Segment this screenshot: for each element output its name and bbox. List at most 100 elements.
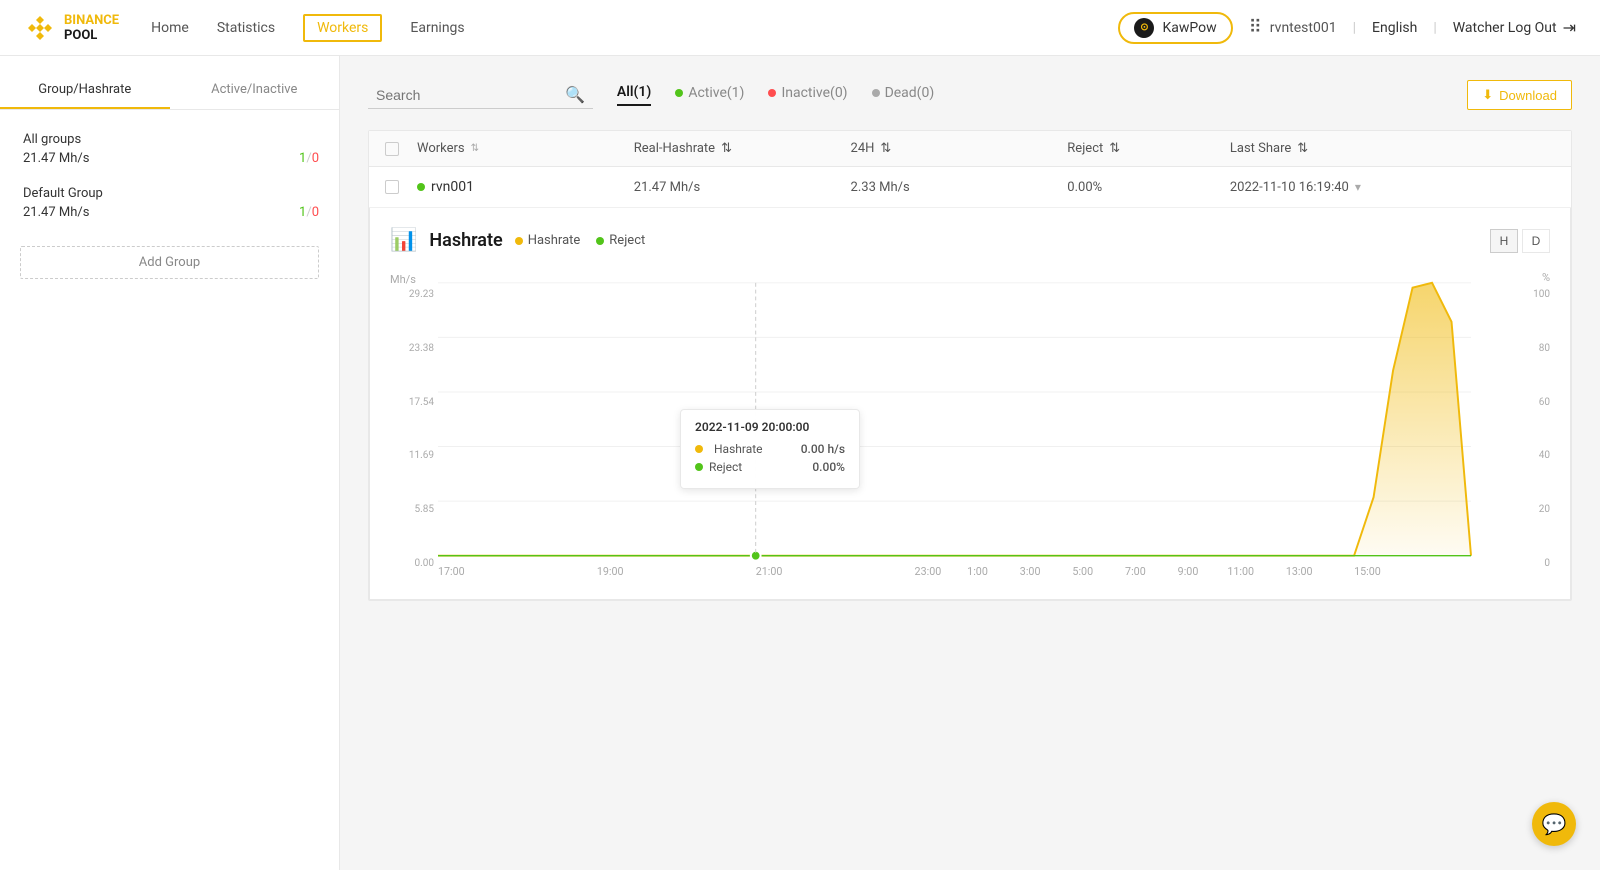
y-label-mhs: Mh/s — [390, 273, 416, 286]
sidebar-group-all[interactable]: All groups 21.47 Mh/s 1/0 — [0, 122, 339, 176]
sidebar-tab-group-hashrate[interactable]: Group/Hashrate — [0, 72, 170, 109]
language-selector[interactable]: English — [1372, 20, 1417, 36]
filter-bar: 🔍 All(1) Active(1) Inactive(0) Dead(0) ⬇… — [368, 80, 1572, 110]
dead-dot — [872, 89, 880, 97]
chart-container: Mh/s 29.23 23.38 17.54 11.69 5.85 0.00 % — [390, 269, 1550, 589]
table-row: rvn001 21.47 Mh/s 2.33 Mh/s 0.00% 2022-1… — [369, 167, 1571, 208]
row-checkbox[interactable] — [385, 180, 399, 194]
filter-tabs: All(1) Active(1) Inactive(0) Dead(0) — [617, 84, 934, 106]
sidebar: Group/Hashrate Active/Inactive All group… — [0, 56, 340, 870]
group-default-stats: 21.47 Mh/s 1/0 — [23, 205, 319, 220]
sidebar-tab-active-inactive[interactable]: Active/Inactive — [170, 72, 340, 109]
group-default-hashrate: 21.47 Mh/s — [23, 205, 89, 220]
lastshare-sort-icon[interactable]: ⇅ — [1297, 141, 1308, 156]
kawpow-icon: ⊙ — [1134, 18, 1154, 38]
group-all-stats: 21.47 Mh/s 1/0 — [23, 151, 319, 166]
reject-sort-icon[interactable]: ⇅ — [1109, 141, 1120, 156]
download-label: Download — [1499, 88, 1557, 103]
filter-tab-inactive[interactable]: Inactive(0) — [768, 85, 847, 105]
group-all-name: All groups — [23, 132, 319, 147]
y-labels-right: 100 80 60 40 20 0 — [1514, 289, 1550, 569]
y-label-4: 5.85 — [390, 504, 434, 515]
filter-tab-dead[interactable]: Dead(0) — [872, 85, 935, 105]
col-header-lastshare: Last Share ⇅ — [1230, 141, 1555, 156]
inactive-dot — [768, 89, 776, 97]
y-label-1: 23.38 — [390, 343, 434, 354]
workers-sort-icon[interactable]: ⇅ — [471, 143, 479, 154]
sidebar-group-default[interactable]: Default Group 21.47 Mh/s 1/0 — [0, 176, 339, 230]
header-divider2: | — [1433, 20, 1436, 36]
worker-hashrate-cell: 21.47 Mh/s — [634, 180, 851, 195]
y-axis-right-label: % — [1542, 269, 1550, 289]
svg-text:13:00: 13:00 — [1286, 565, 1313, 578]
logout-label: Watcher Log Out — [1453, 20, 1557, 36]
legend-reject: Reject — [596, 233, 645, 248]
nav-workers[interactable]: Workers — [303, 14, 382, 42]
24h-sort-icon[interactable]: ⇅ — [880, 141, 891, 156]
nav-home[interactable]: Home — [151, 16, 189, 40]
svg-text:21:00: 21:00 — [756, 565, 783, 578]
page-layout: Group/Hashrate Active/Inactive All group… — [0, 56, 1600, 870]
logo: BINANCE POOL — [24, 12, 119, 44]
kawpow-selector[interactable]: ⊙ KawPow — [1118, 12, 1232, 44]
svg-text:5:00: 5:00 — [1072, 565, 1093, 578]
group-all-hashrate: 21.47 Mh/s — [23, 151, 89, 166]
kawpow-label: KawPow — [1162, 20, 1216, 36]
svg-text:7:00: 7:00 — [1125, 565, 1146, 578]
group-default-name: Default Group — [23, 186, 319, 201]
header: BINANCE POOL Home Statistics Workers Ear… — [0, 0, 1600, 56]
logo-text: BINANCE POOL — [64, 13, 119, 43]
y-label-5: 0.00 — [390, 558, 434, 569]
y-labels-left: 29.23 23.38 17.54 11.69 5.85 0.00 — [390, 289, 434, 569]
chart-title: Hashrate — [429, 230, 502, 251]
table-header: Workers ⇅ Real-Hashrate ⇅ 24H ⇅ Reject ⇅… — [369, 131, 1571, 167]
worker-reject-cell: 0.00% — [1067, 180, 1230, 195]
worker-name[interactable]: rvn001 — [431, 179, 474, 195]
select-all-checkbox[interactable] — [385, 142, 399, 156]
hashrate-sort-icon[interactable]: ⇅ — [721, 141, 732, 156]
header-divider: | — [1353, 20, 1356, 36]
chart-section: 📊 Hashrate Hashrate Reject H — [369, 208, 1571, 600]
username: rvntest001 — [1270, 20, 1337, 36]
svg-text:19:00: 19:00 — [597, 565, 624, 578]
chart-legend: Hashrate Reject — [515, 233, 646, 248]
header-right: ⊙ KawPow ⠿ rvntest001 | English | Watche… — [1118, 12, 1576, 44]
worker-status-dot — [417, 183, 425, 191]
lastshare-expand-icon[interactable]: ▾ — [1355, 180, 1361, 194]
y-label-3: 11.69 — [390, 450, 434, 461]
period-h-button[interactable]: H — [1490, 229, 1518, 253]
chat-button[interactable]: 💬 — [1532, 802, 1576, 846]
workers-table: Workers ⇅ Real-Hashrate ⇅ 24H ⇅ Reject ⇅… — [368, 130, 1572, 601]
search-input[interactable] — [376, 87, 557, 103]
period-d-button[interactable]: D — [1522, 229, 1550, 253]
search-icon: 🔍 — [565, 85, 585, 104]
chart-period-buttons: H D — [1490, 229, 1550, 253]
nav-earnings[interactable]: Earnings — [410, 16, 464, 40]
filter-tab-active[interactable]: Active(1) — [675, 85, 744, 105]
worker-lastshare-cell: 2022-11-10 16:19:40 ▾ — [1230, 180, 1555, 195]
filter-tab-all[interactable]: All(1) — [617, 84, 651, 106]
svg-text:15:00: 15:00 — [1354, 565, 1381, 578]
nav-statistics[interactable]: Statistics — [217, 16, 275, 40]
user-info: ⠿ rvntest001 — [1249, 17, 1337, 38]
sidebar-tab-bar: Group/Hashrate Active/Inactive — [0, 72, 339, 110]
add-group-button[interactable]: Add Group — [20, 246, 319, 279]
svg-text:9:00: 9:00 — [1178, 565, 1199, 578]
main-content: 🔍 All(1) Active(1) Inactive(0) Dead(0) ⬇… — [340, 56, 1600, 870]
worker-24h-cell: 2.33 Mh/s — [851, 180, 1068, 195]
group-all-ratio: 1/0 — [299, 151, 319, 166]
main-nav: Home Statistics Workers Earnings — [151, 14, 1118, 42]
svg-text:1:00: 1:00 — [967, 565, 988, 578]
chart-icon: 📊 — [390, 228, 417, 253]
search-box[interactable]: 🔍 — [368, 81, 593, 109]
download-button[interactable]: ⬇ Download — [1467, 80, 1572, 110]
svg-text:3:00: 3:00 — [1020, 565, 1041, 578]
svg-text:11:00: 11:00 — [1227, 565, 1254, 578]
logout-button[interactable]: Watcher Log Out ⇥ — [1453, 18, 1576, 37]
col-header-24h: 24H ⇅ — [851, 141, 1068, 156]
hashrate-chart-svg: 17:00 19:00 21:00 23:00 1:00 3:00 5:00 7… — [438, 269, 1510, 589]
logout-icon: ⇥ — [1563, 18, 1576, 37]
active-dot — [675, 89, 683, 97]
svg-text:17:00: 17:00 — [438, 565, 465, 578]
download-icon: ⬇ — [1482, 87, 1493, 103]
